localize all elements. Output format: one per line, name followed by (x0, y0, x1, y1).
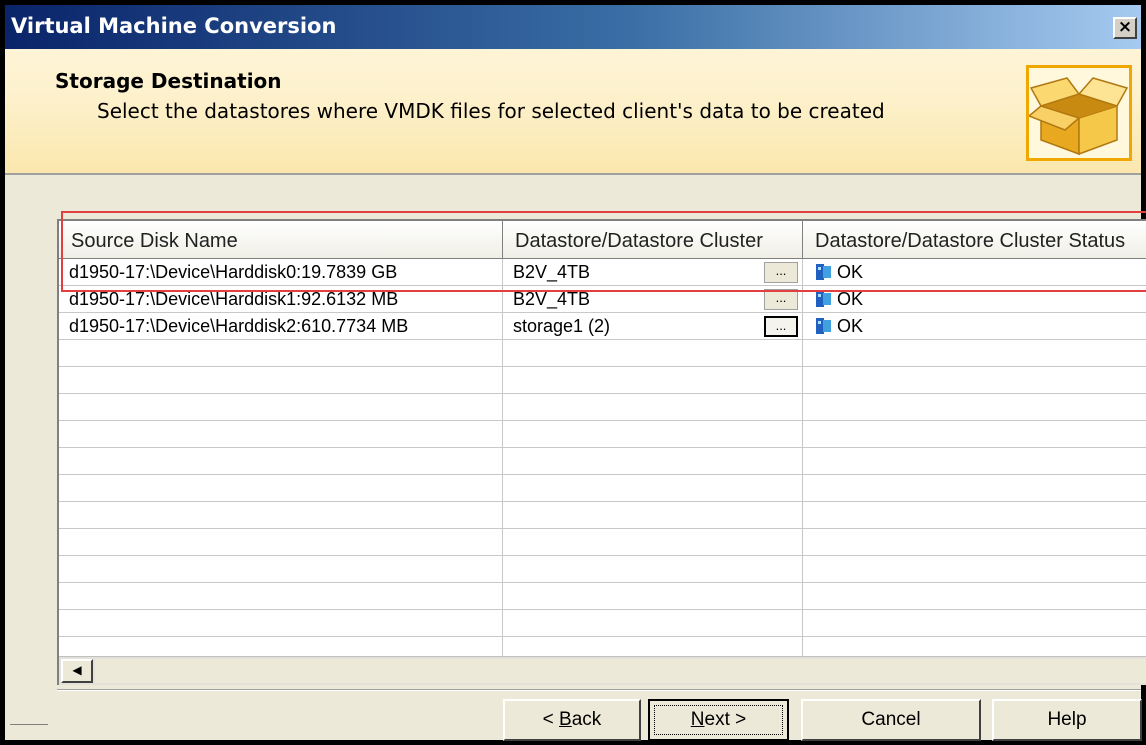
datastore-value: B2V_4TB (513, 289, 591, 309)
empty-row (59, 556, 1146, 583)
horizontal-scrollbar[interactable]: ◀ (59, 656, 1146, 685)
status-text: OK (837, 262, 864, 282)
table-row[interactable]: d1950-17:\Device\Harddisk1:92.6132 MB B2… (59, 286, 1146, 313)
help-button[interactable]: Help (992, 699, 1142, 741)
datastore-status-icon (813, 289, 835, 309)
window-title: Virtual Machine Conversion (11, 14, 337, 38)
empty-row (59, 529, 1146, 556)
status-cell: OK (803, 286, 1146, 313)
grid-header: Source Disk Name Datastore/Datastore Clu… (59, 221, 1146, 259)
page-title: Storage Destination (55, 69, 282, 93)
left-arrow-icon: ◀ (72, 663, 82, 677)
scroll-left-button[interactable]: ◀ (61, 659, 93, 683)
divider-line (10, 724, 48, 725)
wizard-content: Source Disk Name Datastore/Datastore Clu… (5, 175, 1146, 741)
column-header-source-disk[interactable]: Source Disk Name (59, 221, 503, 259)
table-row[interactable]: d1950-17:\Device\Harddisk2:610.7734 MB s… (59, 313, 1146, 340)
status-cell: OK (803, 259, 1146, 286)
browse-datastore-button[interactable]: ... (764, 289, 798, 310)
button-separator (57, 689, 1141, 691)
back-label: ack (571, 709, 602, 730)
dialog-window: Virtual Machine Conversion × Storage Des… (0, 0, 1146, 745)
status-cell: OK (803, 313, 1146, 340)
wizard-header: Storage Destination Select the datastore… (5, 49, 1141, 175)
table-row[interactable]: d1950-17:\Device\Harddisk0:19.7839 GB B2… (59, 259, 1146, 286)
title-bar[interactable]: Virtual Machine Conversion × (5, 5, 1141, 49)
storage-grid: Source Disk Name Datastore/Datastore Clu… (57, 219, 1146, 685)
cancel-button[interactable]: Cancel (801, 699, 981, 741)
open-box-icon (1026, 65, 1132, 161)
column-header-status[interactable]: Datastore/Datastore Cluster Status (803, 221, 1146, 259)
datastore-cell[interactable]: storage1 (2) ... (503, 313, 803, 340)
datastore-status-icon (813, 316, 835, 336)
source-disk-cell: d1950-17:\Device\Harddisk0:19.7839 GB (59, 259, 503, 286)
page-subtitle: Select the datastores where VMDK files f… (97, 99, 885, 123)
datastore-value: B2V_4TB (513, 262, 591, 282)
back-mnemonic: B (559, 709, 572, 730)
status-text: OK (837, 289, 864, 309)
back-button[interactable]: < Back (503, 699, 641, 741)
column-header-datastore[interactable]: Datastore/Datastore Cluster (503, 221, 803, 259)
datastore-status-icon (813, 262, 835, 282)
close-icon: × (1117, 17, 1133, 37)
empty-row (59, 610, 1146, 637)
empty-row (59, 340, 1146, 367)
next-button[interactable]: Next > (648, 699, 789, 741)
close-button[interactable]: × (1113, 17, 1137, 39)
browse-datastore-button[interactable]: ... (764, 262, 798, 283)
empty-row (59, 583, 1146, 610)
empty-row (59, 502, 1146, 529)
back-prefix: < (542, 709, 560, 730)
source-disk-cell: d1950-17:\Device\Harddisk1:92.6132 MB (59, 286, 503, 313)
source-disk-cell: d1950-17:\Device\Harddisk2:610.7734 MB (59, 313, 503, 340)
datastore-cell[interactable]: B2V_4TB ... (503, 259, 803, 286)
focus-rectangle (654, 705, 783, 735)
empty-row (59, 475, 1146, 502)
empty-row (59, 421, 1146, 448)
empty-row (59, 448, 1146, 475)
scroll-track[interactable] (95, 659, 1146, 683)
browse-datastore-button[interactable]: ... (764, 316, 798, 337)
empty-row (59, 367, 1146, 394)
status-text: OK (837, 316, 864, 336)
datastore-value: storage1 (2) (513, 316, 611, 336)
empty-row (59, 394, 1146, 421)
datastore-cell[interactable]: B2V_4TB ... (503, 286, 803, 313)
